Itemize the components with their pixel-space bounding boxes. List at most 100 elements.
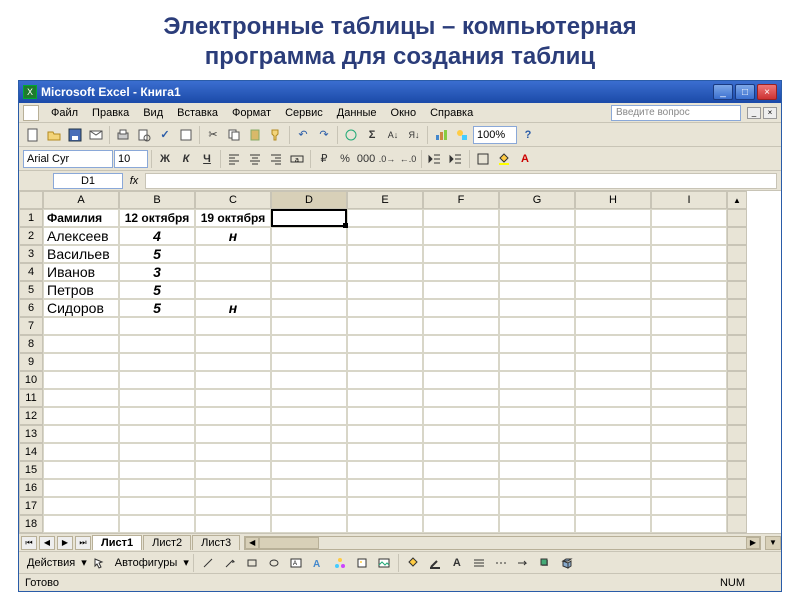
- cell-A13[interactable]: [43, 425, 119, 443]
- cell-G3[interactable]: [499, 245, 575, 263]
- cell-H15[interactable]: [575, 461, 651, 479]
- vscroll-track-5[interactable]: [727, 281, 747, 299]
- vscroll-track-15[interactable]: [727, 461, 747, 479]
- column-header-D[interactable]: D: [271, 191, 347, 209]
- cell-G15[interactable]: [499, 461, 575, 479]
- borders-button[interactable]: [473, 149, 493, 169]
- mdi-close-button[interactable]: ×: [763, 107, 777, 119]
- cell-F16[interactable]: [423, 479, 499, 497]
- cell-F9[interactable]: [423, 353, 499, 371]
- cell-C4[interactable]: [195, 263, 271, 281]
- fx-icon[interactable]: fx: [127, 174, 141, 188]
- row-header-15[interactable]: 15: [19, 461, 43, 479]
- cell-G5[interactable]: [499, 281, 575, 299]
- cell-B16[interactable]: [119, 479, 195, 497]
- research-button[interactable]: [176, 125, 196, 145]
- help-button[interactable]: ?: [518, 125, 538, 145]
- cell-A15[interactable]: [43, 461, 119, 479]
- menu-file[interactable]: Файл: [45, 105, 84, 121]
- cell-D16[interactable]: [271, 479, 347, 497]
- cell-F11[interactable]: [423, 389, 499, 407]
- cell-E3[interactable]: [347, 245, 423, 263]
- workbook-icon[interactable]: [23, 105, 39, 121]
- fill-color-draw-button[interactable]: [403, 553, 423, 573]
- cell-H16[interactable]: [575, 479, 651, 497]
- cell-E8[interactable]: [347, 335, 423, 353]
- vscroll-track-4[interactable]: [727, 263, 747, 281]
- cell-F8[interactable]: [423, 335, 499, 353]
- cell-G16[interactable]: [499, 479, 575, 497]
- cell-G4[interactable]: [499, 263, 575, 281]
- cell-I15[interactable]: [651, 461, 727, 479]
- cell-E4[interactable]: [347, 263, 423, 281]
- cell-E6[interactable]: [347, 299, 423, 317]
- vscroll-track-8[interactable]: [727, 335, 747, 353]
- cell-I18[interactable]: [651, 515, 727, 533]
- menu-format[interactable]: Формат: [226, 105, 277, 121]
- cell-H4[interactable]: [575, 263, 651, 281]
- sheet-tab-1[interactable]: Лист1: [92, 535, 142, 550]
- cell-C1[interactable]: 19 октября: [195, 209, 271, 227]
- row-header-14[interactable]: 14: [19, 443, 43, 461]
- cell-H9[interactable]: [575, 353, 651, 371]
- column-header-F[interactable]: F: [423, 191, 499, 209]
- cell-F14[interactable]: [423, 443, 499, 461]
- cell-H7[interactable]: [575, 317, 651, 335]
- align-right-button[interactable]: [266, 149, 286, 169]
- new-button[interactable]: [23, 125, 43, 145]
- hscroll-thumb[interactable]: [259, 537, 319, 549]
- cell-A7[interactable]: [43, 317, 119, 335]
- cell-B18[interactable]: [119, 515, 195, 533]
- decrease-decimal-button[interactable]: ←.0: [398, 149, 418, 169]
- cell-I5[interactable]: [651, 281, 727, 299]
- cell-I11[interactable]: [651, 389, 727, 407]
- close-button[interactable]: ×: [757, 84, 777, 100]
- vscroll-track-17[interactable]: [727, 497, 747, 515]
- cell-G18[interactable]: [499, 515, 575, 533]
- vscroll-track-11[interactable]: [727, 389, 747, 407]
- cell-G17[interactable]: [499, 497, 575, 515]
- row-header-17[interactable]: 17: [19, 497, 43, 515]
- row-header-1[interactable]: 1: [19, 209, 43, 227]
- cell-A16[interactable]: [43, 479, 119, 497]
- fill-color-button[interactable]: [494, 149, 514, 169]
- cell-I13[interactable]: [651, 425, 727, 443]
- cell-E18[interactable]: [347, 515, 423, 533]
- row-header-9[interactable]: 9: [19, 353, 43, 371]
- tab-nav-prev[interactable]: ◀: [39, 536, 55, 550]
- cell-I16[interactable]: [651, 479, 727, 497]
- line-style-button[interactable]: [469, 553, 489, 573]
- vscroll-track-13[interactable]: [727, 425, 747, 443]
- cell-D1[interactable]: [271, 209, 347, 227]
- arrow-tool-button[interactable]: [220, 553, 240, 573]
- cell-B4[interactable]: 3: [119, 263, 195, 281]
- format-painter-button[interactable]: [266, 125, 286, 145]
- line-tool-button[interactable]: [198, 553, 218, 573]
- cell-H12[interactable]: [575, 407, 651, 425]
- cell-E16[interactable]: [347, 479, 423, 497]
- font-combo[interactable]: Arial Cyr: [23, 150, 113, 168]
- cell-H6[interactable]: [575, 299, 651, 317]
- spellcheck-button[interactable]: ✓: [155, 125, 175, 145]
- cell-C6[interactable]: н: [195, 299, 271, 317]
- line-color-button[interactable]: [425, 553, 445, 573]
- cell-I4[interactable]: [651, 263, 727, 281]
- cell-D7[interactable]: [271, 317, 347, 335]
- cell-G1[interactable]: [499, 209, 575, 227]
- menu-window[interactable]: Окно: [385, 105, 423, 121]
- row-header-12[interactable]: 12: [19, 407, 43, 425]
- cell-A12[interactable]: [43, 407, 119, 425]
- cell-D10[interactable]: [271, 371, 347, 389]
- column-header-G[interactable]: G: [499, 191, 575, 209]
- menu-edit[interactable]: Правка: [86, 105, 135, 121]
- cell-D18[interactable]: [271, 515, 347, 533]
- cell-G10[interactable]: [499, 371, 575, 389]
- shadow-style-button[interactable]: [535, 553, 555, 573]
- cell-A3[interactable]: Васильев: [43, 245, 119, 263]
- cell-C7[interactable]: [195, 317, 271, 335]
- menu-help[interactable]: Справка: [424, 105, 479, 121]
- cell-D15[interactable]: [271, 461, 347, 479]
- cell-A11[interactable]: [43, 389, 119, 407]
- worksheet-grid[interactable]: ABCDEFGHI▲1Фамилия12 октября19 октября2А…: [19, 191, 781, 533]
- cell-D8[interactable]: [271, 335, 347, 353]
